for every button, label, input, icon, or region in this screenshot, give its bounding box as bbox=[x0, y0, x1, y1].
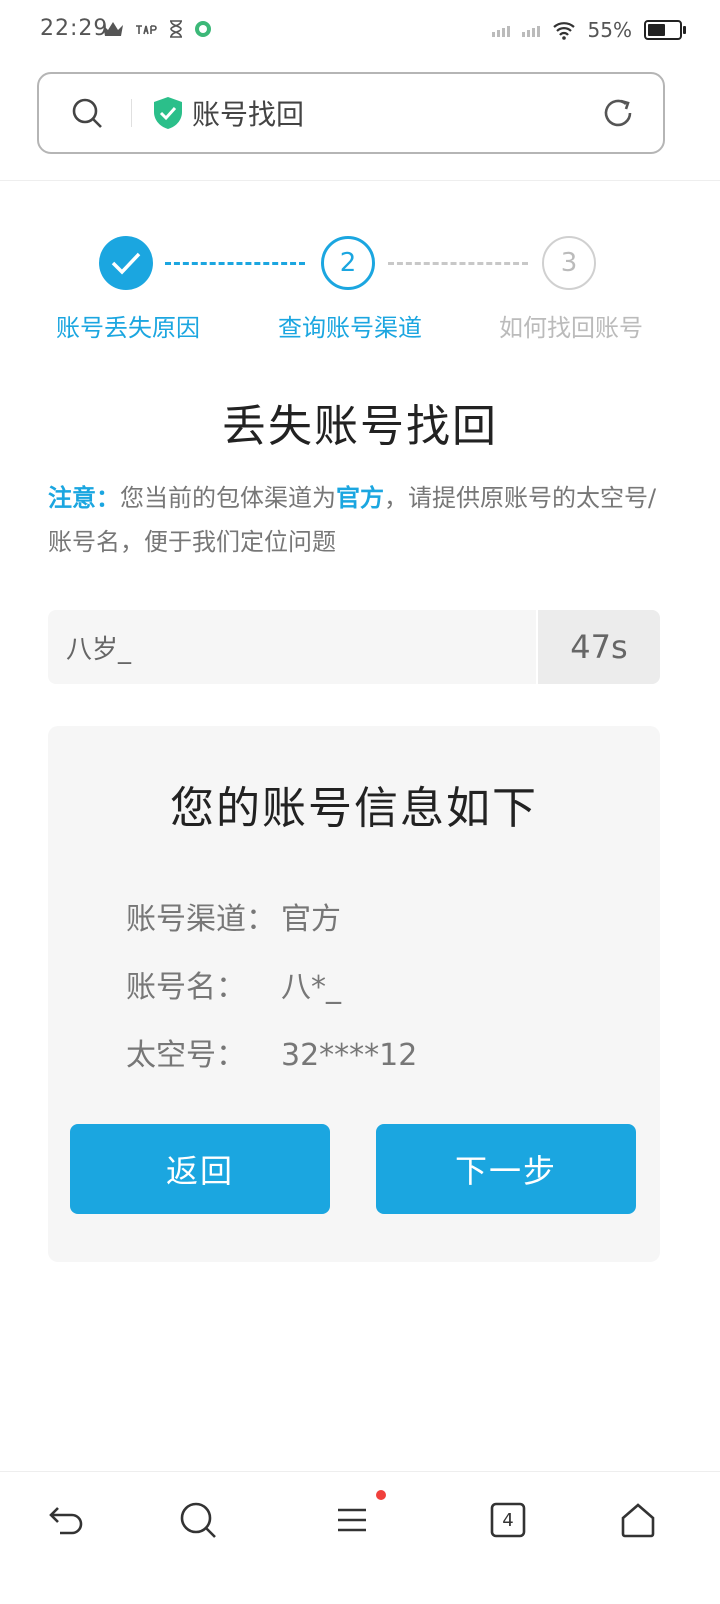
status-time: 22:29 bbox=[40, 16, 109, 41]
info-label: 太空号： bbox=[126, 1038, 246, 1073]
step-1-circle bbox=[99, 236, 153, 290]
card-title: 您的账号信息如下 bbox=[170, 783, 538, 834]
wifi-icon bbox=[552, 22, 575, 40]
account-info-card: 您的账号信息如下 账号渠道： 官方 账号名： 八*_ 太空号： 32****12 返回… bbox=[48, 726, 660, 1262]
step-3-label: 如何找回账号 bbox=[499, 314, 643, 342]
account-query-row: 47s bbox=[48, 610, 660, 684]
system-icons: 55% bbox=[491, 18, 686, 42]
hourglass-icon bbox=[170, 20, 182, 38]
address-divider bbox=[131, 99, 132, 127]
info-label: 账号名： bbox=[126, 970, 246, 1005]
next-step-button[interactable]: 下一步 bbox=[376, 1124, 636, 1214]
info-value: 32****12 bbox=[281, 1038, 418, 1073]
countdown-timer: 47s bbox=[538, 610, 660, 684]
battery-icon bbox=[644, 20, 686, 40]
step-1: 账号丢失原因 bbox=[56, 236, 200, 343]
check-icon bbox=[111, 252, 141, 275]
tabs-count: 4 bbox=[502, 1509, 514, 1531]
info-value: 八*_ bbox=[281, 970, 341, 1005]
notice-text: 注意：您当前的包体渠道为官方，请提供原账号的太空号/账号名，便于我们定位问题 bbox=[48, 476, 668, 564]
step-3: 3 如何找回账号 bbox=[499, 236, 643, 343]
step-2-label: 查询账号渠道 bbox=[278, 314, 422, 342]
menu-icon[interactable] bbox=[332, 1500, 372, 1540]
back-button[interactable]: 返回 bbox=[70, 1124, 330, 1214]
header-separator bbox=[0, 180, 720, 181]
bottom-nav: 4 bbox=[0, 1471, 720, 1604]
tabs-button[interactable]: 4 bbox=[488, 1500, 528, 1540]
notice-channel: 官方 bbox=[336, 484, 384, 512]
step-2-circle: 2 bbox=[321, 236, 375, 290]
signal-icon-2 bbox=[521, 23, 540, 37]
crown-icon bbox=[103, 22, 123, 36]
page-url-title[interactable]: 账号找回 bbox=[192, 93, 304, 133]
step-3-circle: 3 bbox=[542, 236, 596, 290]
signal-icon bbox=[491, 23, 510, 37]
info-label: 账号渠道： bbox=[126, 902, 276, 937]
home-icon[interactable] bbox=[618, 1500, 658, 1540]
search-icon[interactable] bbox=[178, 1500, 218, 1540]
battery-percent: 55% bbox=[587, 18, 632, 42]
back-arrow-icon[interactable] bbox=[46, 1500, 86, 1540]
info-row-channel: 账号渠道： 官方 bbox=[126, 894, 341, 938]
info-row-space-id: 太空号： 32****12 bbox=[126, 1030, 417, 1074]
address-bar[interactable]: 账号找回 bbox=[37, 72, 665, 154]
shield-check-icon bbox=[154, 97, 182, 129]
notice-text-1: 您当前的包体渠道为 bbox=[120, 484, 336, 512]
step-1-label: 账号丢失原因 bbox=[56, 314, 200, 342]
search-icon[interactable] bbox=[71, 97, 103, 129]
tap-app-icon bbox=[136, 25, 157, 35]
account-input[interactable] bbox=[48, 610, 536, 684]
page-title: 丢失账号找回 bbox=[222, 401, 498, 452]
info-row-name: 账号名： 八*_ bbox=[126, 962, 341, 1006]
menu-notification-dot bbox=[376, 1490, 386, 1500]
refresh-icon[interactable] bbox=[601, 96, 635, 130]
game-app-icon bbox=[195, 21, 211, 37]
step-2: 2 查询账号渠道 bbox=[278, 236, 422, 343]
battery-fill bbox=[648, 24, 665, 36]
info-value: 官方 bbox=[281, 902, 341, 937]
notice-prefix: 注意： bbox=[48, 484, 120, 512]
notification-icons bbox=[102, 20, 212, 38]
status-bar: 22:29 55% bbox=[0, 0, 720, 64]
